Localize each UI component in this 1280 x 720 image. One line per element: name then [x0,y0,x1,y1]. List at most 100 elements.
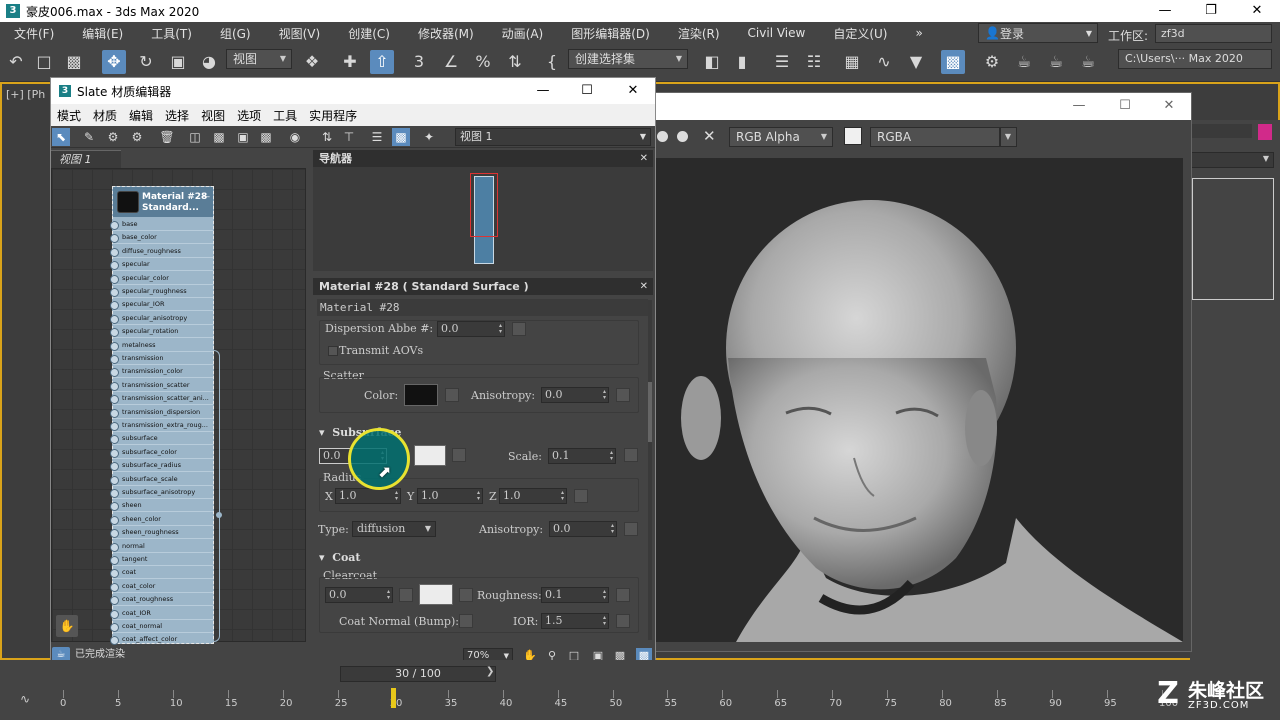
display-channel-dropdown[interactable]: RGB Alpha ▼ [729,127,833,147]
material-slot[interactable]: specular_IOR [110,298,213,312]
coat-ior-map-button[interactable] [616,614,630,628]
restore-button[interactable]: ❐ [1188,0,1234,22]
material-slot[interactable]: subsurface_scale [110,473,213,486]
slate-menu-utilities[interactable]: 实用程序 [303,107,363,124]
object-color-swatch[interactable] [1258,124,1272,140]
channel-dot-icon[interactable] [657,131,668,142]
material-slot[interactable]: subsurface [110,432,213,446]
material-slot[interactable]: transmission_scatter [110,379,213,392]
material-slot[interactable]: subsurface_anisotropy [110,486,213,499]
radius-map-button[interactable] [574,489,588,503]
layer-explorer-icon[interactable]: ☷ [802,50,826,74]
menu-civil-view[interactable]: Civil View [734,26,820,40]
material-slot[interactable]: transmission_color [110,365,213,379]
subsurface-color-map-button[interactable] [452,448,466,462]
collapse-icon[interactable]: — [201,192,210,202]
snap-3d-icon[interactable]: 3 [407,50,431,74]
hide-unused-slots-icon[interactable]: ▩ [210,128,228,146]
render-iterative-icon[interactable]: ☕ [1076,50,1100,74]
scale-map-button[interactable] [624,448,638,462]
viewport-label[interactable]: [+] [Ph [6,88,45,101]
parameter-editor-icon[interactable]: ▩ [392,128,410,146]
put-to-scene-icon[interactable]: ⚙ [104,128,122,146]
coat-roughness-spinner[interactable]: 0.1 [541,587,609,603]
mirror-icon[interactable]: ◧ [700,50,724,74]
login-dropdown[interactable]: 👤 登录 ▼ [978,23,1098,43]
scatter-color-swatch[interactable] [404,384,438,406]
menu-file[interactable]: 文件(F) [0,25,68,42]
close-icon[interactable]: ✕ [640,278,648,295]
wire-port[interactable] [216,512,222,518]
material-slot[interactable]: transmission_extra_roug... [110,419,213,432]
curve-toggle-icon[interactable]: ∿ [20,692,30,706]
render-mode-dropdown[interactable]: RGBA [870,127,1000,147]
material-slot[interactable]: coat_normal [110,620,213,633]
subsurface-color-swatch[interactable] [414,445,446,466]
material-name-field[interactable]: Material #28 [317,299,648,316]
menu-animation[interactable]: 动画(A) [488,25,558,42]
eyedropper-icon[interactable]: ✎ [80,128,98,146]
menu-modifiers[interactable]: 修改器(M) [404,25,488,42]
parameter-scrollbar-thumb[interactable] [648,382,652,442]
radius-y-spinner[interactable]: 1.0 [417,488,483,504]
modifier-list-dropdown[interactable]: ▼ [1190,152,1274,168]
slate-menu-tools[interactable]: 工具 [267,107,303,124]
material-slot[interactable]: sheen [110,499,213,513]
render-close-button[interactable]: ✕ [1146,95,1192,117]
render-mode-dropdown-arrow[interactable]: ▼ [1000,127,1017,147]
coat-section[interactable]: ▾ Coat [319,551,361,564]
align-icon[interactable]: ▮ [730,50,754,74]
next-frame-icon[interactable]: ❯ [486,666,494,677]
subsurface-anisotropy-map-button[interactable] [624,522,638,536]
spinner-snap-icon[interactable]: ⇅ [503,50,527,74]
material-slot[interactable]: specular_roughness [110,285,213,298]
assign-material-icon[interactable]: ⚙ [128,128,146,146]
material-slot[interactable]: sheen_roughness [110,526,213,540]
navigator-view-rect[interactable] [470,173,498,237]
time-slider[interactable]: 30 / 100 [340,666,496,682]
material-slot[interactable]: specular [110,258,213,272]
render-production-icon[interactable]: ☕ [1044,50,1068,74]
menu-edit[interactable]: 编辑(E) [68,25,137,42]
menu-tools[interactable]: 工具(T) [137,25,206,42]
view-dropdown[interactable]: 视图 1 ▼ [455,128,651,146]
select-tool-icon[interactable]: ⬉ [52,128,70,146]
minimize-button[interactable]: — [1142,0,1188,22]
coat-ior-spinner[interactable]: 1.5 [541,613,609,629]
coat-weight-spinner[interactable]: 0.0 [325,587,393,603]
render-setup-icon[interactable]: ⚙ [980,50,1004,74]
schematic-view-icon[interactable]: ▼ [904,50,928,74]
render-minimize-button[interactable]: — [1056,95,1102,117]
material-slot[interactable]: normal [110,540,213,553]
menu-create[interactable]: 创建(C) [334,25,404,42]
curve-editor-icon[interactable]: ∿ [872,50,896,74]
slate-menu-modes[interactable]: 模式 [51,107,87,124]
window-crossing-icon[interactable]: ▩ [62,50,86,74]
channel-dot-icon[interactable] [677,131,688,142]
slate-maximize-button[interactable]: ☐ [564,80,610,102]
slate-menu-select[interactable]: 选择 [159,107,195,124]
material-editor-icon[interactable]: ▩ [941,50,965,74]
subsurface-anisotropy-spinner[interactable]: 0.0 [549,521,617,537]
material-slot[interactable]: specular_rotation [110,325,213,339]
material-slot[interactable]: base [110,218,213,231]
material-map-browser-icon[interactable]: ☰ [368,128,386,146]
material-slot[interactable]: coat_color [110,580,213,593]
current-frame-marker[interactable] [390,688,396,708]
parameter-scrollbar[interactable] [648,300,652,640]
coat-color-swatch[interactable] [419,584,453,605]
select-manipulate-icon[interactable]: ✚ [338,50,362,74]
material-slot[interactable]: metalness [110,339,213,352]
coat-weight-map-button[interactable] [399,588,413,602]
close-button[interactable]: ✕ [1234,0,1280,22]
timeline-ruler[interactable]: 0 5 10 15 20 25 30 35 40 45 50 55 60 65 70 75 80 85 90 95 10… [50,688,1180,718]
reference-coord-dropdown[interactable]: 视图 ▼ [226,49,292,69]
delete-icon[interactable]: 🗑 [158,128,176,146]
menu-customize[interactable]: 自定义(U) [819,25,901,42]
menu-overflow[interactable]: » [901,26,936,40]
slate-menu-view[interactable]: 视图 [195,107,231,124]
placement-icon[interactable]: ◕ [197,50,221,74]
scene-explorer-icon[interactable]: ☰ [770,50,794,74]
clear-icon[interactable]: ✕ [703,127,716,145]
move-icon[interactable]: ✥ [102,50,126,74]
